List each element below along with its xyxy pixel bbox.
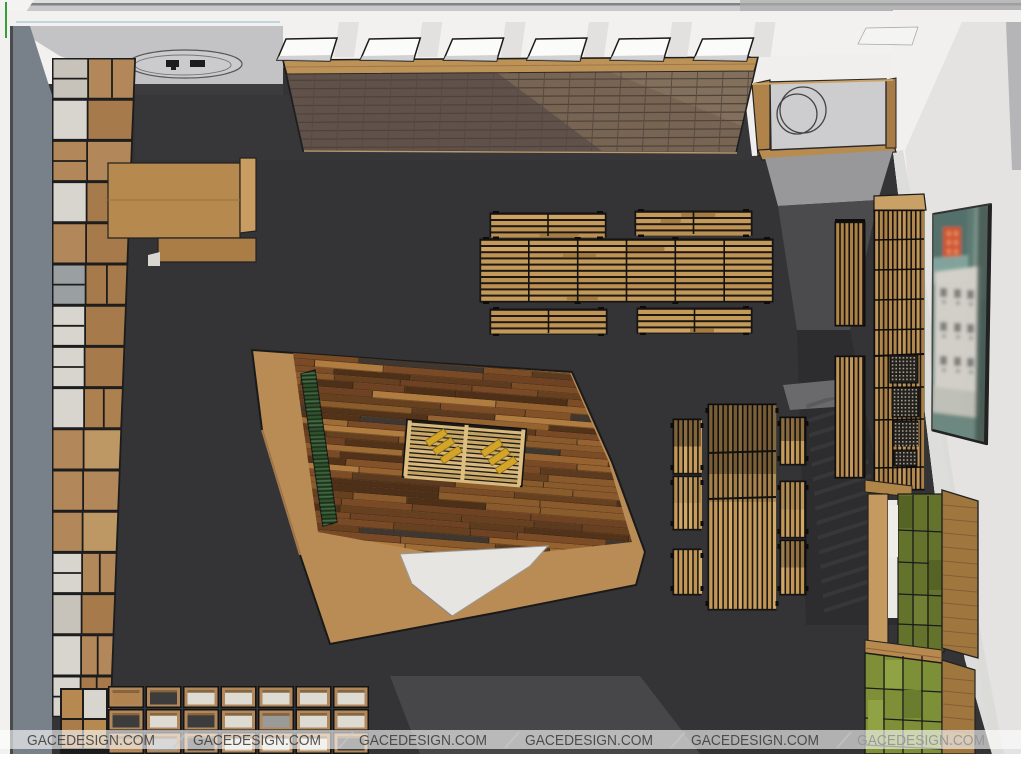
svg-text:GACEDESIGN.COM: GACEDESIGN.COM xyxy=(857,732,985,749)
svg-text:GACEDESIGN.COM: GACEDESIGN.COM xyxy=(525,732,653,749)
svg-text:GACEDESIGN.COM: GACEDESIGN.COM xyxy=(359,732,487,749)
svg-text:GACEDESIGN.COM: GACEDESIGN.COM xyxy=(27,732,155,749)
svg-text:GACEDESIGN.COM: GACEDESIGN.COM xyxy=(193,732,321,749)
svg-text:GACEDESIGN.COM: GACEDESIGN.COM xyxy=(691,732,819,749)
